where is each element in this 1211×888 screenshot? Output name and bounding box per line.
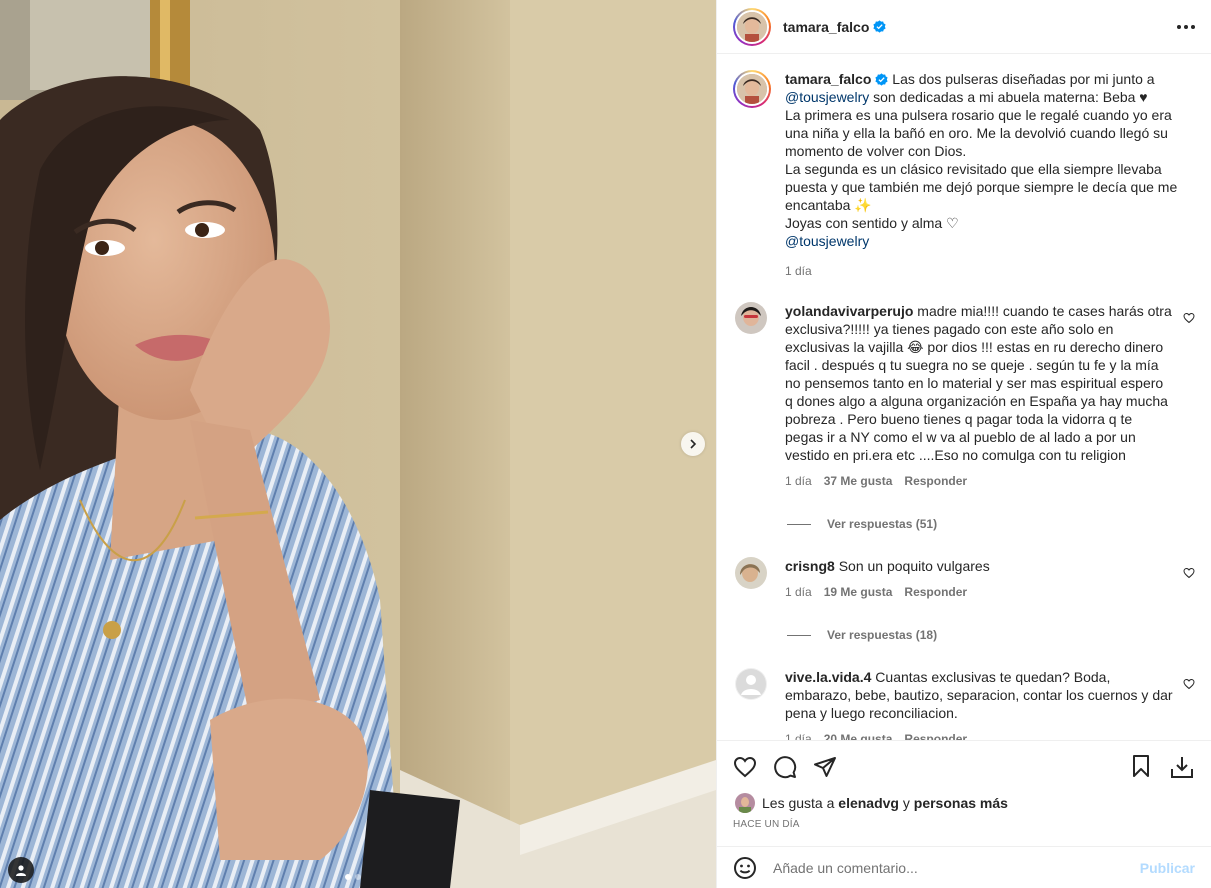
caption: tamara_falco Las dos pulseras diseñadas …	[733, 70, 1195, 280]
post-photo[interactable]	[0, 0, 716, 888]
tagged-users-button[interactable]	[8, 857, 34, 883]
comments-list[interactable]: tamara_falco Las dos pulseras diseñadas …	[717, 54, 1211, 740]
emoji-icon	[734, 856, 756, 879]
like-comment-heart-icon[interactable]	[1183, 678, 1195, 690]
verified-badge-icon	[873, 20, 886, 33]
likes-summary: Les gusta a elenadvg y personas más	[733, 793, 1195, 813]
user-icon	[16, 865, 26, 876]
comment-button[interactable]	[773, 755, 797, 779]
author-username[interactable]: tamara_falco	[783, 19, 869, 35]
caption-avatar[interactable]	[733, 70, 771, 108]
reply-button[interactable]: Responder	[904, 472, 967, 490]
comment-time[interactable]: 1 día	[785, 583, 812, 601]
comment-username[interactable]: yolandavivarperujo	[785, 303, 913, 319]
post-side-panel: tamara_falco tamara_falco Las dos pulser…	[716, 0, 1211, 888]
carousel-dot	[355, 874, 361, 880]
comment: vive.la.vida.4 Cuantas exclusivas te que…	[733, 668, 1195, 740]
likes-and: y	[902, 795, 910, 811]
next-image-button[interactable]	[681, 432, 705, 456]
comment-composer: Publicar	[717, 846, 1211, 888]
heart-icon	[733, 756, 757, 778]
verified-badge-icon	[875, 73, 888, 86]
avatar-image	[737, 74, 767, 104]
avatar-image	[735, 302, 767, 334]
instagram-post-modal: tamara_falco tamara_falco Las dos pulser…	[0, 0, 1211, 888]
emoji-button[interactable]	[733, 856, 757, 880]
post-time[interactable]: HACE UN DÍA	[733, 819, 1195, 830]
liker-username[interactable]: elenadvg	[838, 795, 899, 811]
likes-prefix: Les gusta a	[762, 795, 835, 811]
like-button[interactable]	[733, 755, 757, 779]
author-avatar[interactable]	[733, 7, 771, 46]
caption-text: La primera es una pulsera rosario que le…	[785, 107, 1172, 159]
comment-icon	[774, 756, 797, 779]
view-replies-button[interactable]: Ver respuestas (18)	[787, 628, 1195, 642]
more-horizontal-icon	[1177, 24, 1181, 29]
share-icon	[814, 757, 836, 777]
more-options-button[interactable]	[1177, 24, 1195, 29]
avatar-image	[735, 793, 755, 813]
post-header: tamara_falco	[717, 0, 1211, 54]
view-replies-label: Ver respuestas (51)	[827, 517, 938, 531]
download-button[interactable]	[1169, 754, 1195, 780]
view-replies-label: Ver respuestas (18)	[827, 628, 938, 642]
comment-username[interactable]: crisng8	[785, 558, 835, 574]
comment-avatar[interactable]	[735, 302, 767, 334]
caption-username[interactable]: tamara_falco	[785, 71, 871, 87]
liker-avatar[interactable]	[735, 793, 755, 813]
mention-link[interactable]: @tousjewelry	[785, 89, 869, 105]
carousel-dot-active	[345, 874, 351, 880]
carousel-indicator	[345, 874, 361, 880]
likes-others[interactable]: personas más	[914, 795, 1008, 811]
caption-text: Las dos pulseras diseñadas por mi junto …	[892, 71, 1155, 87]
comment-username[interactable]: vive.la.vida.4	[785, 669, 871, 685]
comment-likes[interactable]: 37 Me gusta	[824, 472, 893, 490]
caption-time[interactable]: 1 día	[785, 262, 812, 280]
post-actions: Les gusta a elenadvg y personas más HACE…	[717, 740, 1211, 846]
avatar-image	[735, 668, 767, 700]
comment-avatar[interactable]	[735, 668, 767, 700]
reply-button[interactable]: Responder	[904, 730, 967, 740]
comment-avatar[interactable]	[735, 557, 767, 589]
comment-text: Son un poquito vulgares	[838, 558, 990, 574]
save-button[interactable]	[1129, 754, 1153, 780]
post-image	[0, 0, 716, 888]
like-comment-heart-icon[interactable]	[1183, 567, 1195, 579]
comment-time[interactable]: 1 día	[785, 472, 812, 490]
reply-button[interactable]: Responder	[904, 583, 967, 601]
avatar-image	[737, 11, 767, 42]
caption-text: son dedicadas a mi abuela materna: Beba …	[873, 89, 1148, 105]
caption-text: La segunda es un clásico revisitado que …	[785, 161, 1178, 213]
comment: yolandavivarperujo madre mia!!!! cuando …	[733, 302, 1195, 490]
chevron-right-icon	[690, 439, 697, 449]
caption-text: Joyas con sentido y alma ♡	[785, 215, 959, 231]
download-icon	[1171, 757, 1193, 778]
view-replies-button[interactable]: Ver respuestas (51)	[787, 517, 1195, 531]
avatar-image	[735, 557, 767, 589]
comment-time[interactable]: 1 día	[785, 730, 812, 740]
share-button[interactable]	[813, 755, 837, 779]
mention-link[interactable]: @tousjewelry	[785, 233, 869, 249]
comment-input[interactable]	[773, 859, 1140, 876]
comment-likes[interactable]: 20 Me gusta	[824, 730, 893, 740]
like-comment-heart-icon[interactable]	[1183, 312, 1195, 324]
bookmark-icon	[1133, 755, 1149, 777]
comment-text: madre mia!!!! cuando te cases harás otra…	[785, 303, 1172, 463]
comment-likes[interactable]: 19 Me gusta	[824, 583, 893, 601]
comment: crisng8 Son un poquito vulgares 1 día 19…	[733, 557, 1195, 601]
publish-button[interactable]: Publicar	[1140, 860, 1195, 876]
